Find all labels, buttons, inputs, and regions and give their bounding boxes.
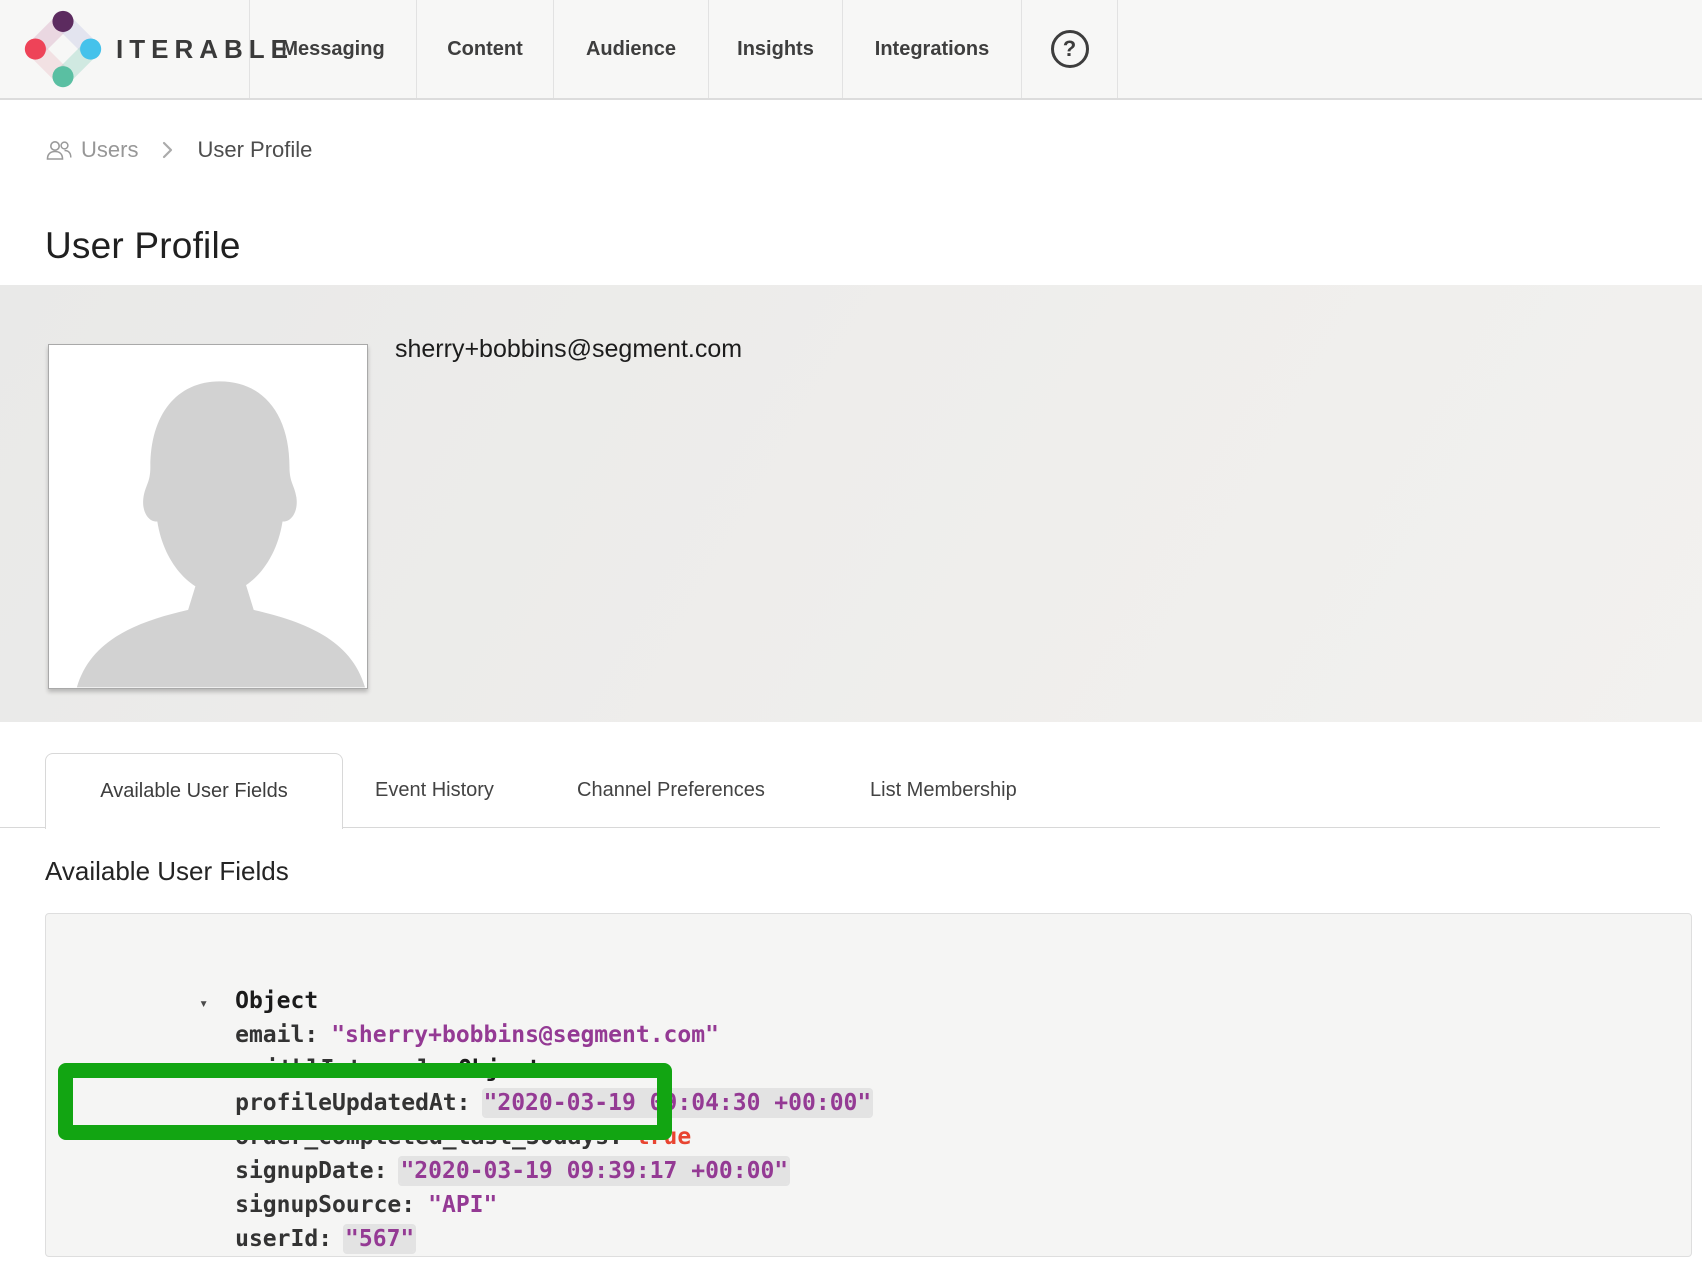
avatar xyxy=(48,344,368,689)
help-icon: ? xyxy=(1051,30,1089,68)
breadcrumb-current-label: User Profile xyxy=(197,137,312,163)
profile-hero-section: sherry+bobbins@segment.com xyxy=(0,285,1702,722)
tab-event-history[interactable]: Event History xyxy=(375,753,494,828)
iterable-logo[interactable]: ITERABLE xyxy=(0,0,250,98)
profile-email: sherry+bobbins@segment.com xyxy=(395,335,742,364)
nav-item-messaging[interactable]: Messaging xyxy=(250,0,417,98)
nav-item-content[interactable]: Content xyxy=(417,0,554,98)
breadcrumb-chevron-icon xyxy=(152,141,183,159)
user-profile-page: ITERABLE Messaging Content Audience Insi… xyxy=(0,0,1702,1276)
breadcrumb-users-link[interactable]: Users xyxy=(45,137,138,163)
json-root-row: ▾Object xyxy=(46,950,1691,984)
breadcrumb-root-label: Users xyxy=(81,137,138,163)
field-value: "2020-03-19 09:39:17 +00:00" xyxy=(400,1158,788,1184)
field-value: Object xyxy=(458,1056,541,1082)
breadcrumb: Users User Profile xyxy=(45,132,312,168)
avatar-silhouette-icon xyxy=(49,345,367,688)
field-value: "API" xyxy=(428,1192,497,1218)
expand-arrow-icon[interactable]: ► xyxy=(235,1054,265,1088)
collapse-arrow-icon[interactable]: ▾ xyxy=(199,986,235,1020)
tab-channel-preferences[interactable]: Channel Preferences xyxy=(577,753,765,828)
field-value: "sherry+bobbins@segment.com" xyxy=(331,1022,719,1048)
nav-item-insights[interactable]: Insights xyxy=(709,0,843,98)
top-nav-bar: ITERABLE Messaging Content Audience Insi… xyxy=(0,0,1702,100)
field-value: "567" xyxy=(345,1226,414,1252)
field-value: "2020-03-19 09:04:30 +00:00" xyxy=(484,1090,872,1116)
page-title: User Profile xyxy=(45,225,241,267)
user-fields-json-viewer: ▾Object email "sherry+bobbins@segment.co… xyxy=(45,913,1692,1257)
section-heading: Available User Fields xyxy=(45,856,289,887)
users-icon xyxy=(45,139,73,161)
tab-list-membership[interactable]: List Membership xyxy=(870,753,1017,828)
json-root-label: Object xyxy=(235,988,318,1014)
field-value: true xyxy=(636,1124,691,1150)
profile-tabs: Available User Fields Event History Chan… xyxy=(0,753,1702,828)
iterable-logo-icon xyxy=(24,10,102,88)
help-button[interactable]: ? xyxy=(1022,0,1118,98)
nav-item-integrations[interactable]: Integrations xyxy=(843,0,1022,98)
nav-item-audience[interactable]: Audience xyxy=(554,0,709,98)
tab-available-user-fields[interactable]: Available User Fields xyxy=(45,753,343,829)
